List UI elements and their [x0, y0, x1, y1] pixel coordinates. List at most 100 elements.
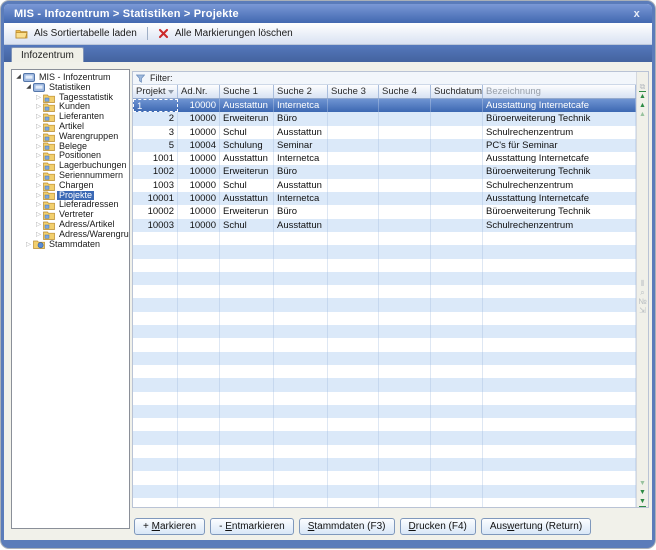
cell-empty [483, 285, 636, 298]
jump-icon[interactable]: ⇲ [639, 306, 646, 315]
column-header-suche-3[interactable]: Suche 3 [328, 85, 379, 98]
filter-label: Filter: [150, 73, 173, 83]
collapsed-arrow-icon[interactable]: ▷ [34, 142, 43, 152]
column-chooser-icon[interactable]: ⧉ [640, 82, 646, 91]
table-row-projekt-2[interactable]: 210000ErweiterunBüroBüroerweiterung Tech… [133, 112, 636, 125]
scroll-down-dim-icon[interactable]: ▼ [639, 479, 646, 488]
system-icon [33, 83, 45, 92]
stammdaten-button[interactable]: Stammdaten (F3) [299, 518, 395, 535]
cell-suchdatum [431, 126, 483, 139]
scroll-to-bottom-icon[interactable]: ▼ [639, 497, 646, 507]
collapsed-arrow-icon[interactable]: ▷ [34, 112, 43, 122]
collapsed-arrow-icon[interactable]: ▷ [34, 210, 43, 220]
collapsed-arrow-icon[interactable]: ▷ [34, 171, 43, 181]
filter-row[interactable]: Filter: [133, 72, 636, 85]
column-header-suchdatum[interactable]: Suchdatum [431, 85, 483, 98]
collapsed-arrow-icon[interactable]: ▷ [34, 181, 43, 191]
search-icon[interactable]: ⌕ [640, 288, 644, 297]
folder-icon [43, 220, 55, 230]
load-sort-table-button[interactable]: Als Sortiertabelle laden [9, 26, 143, 41]
collapsed-arrow-icon[interactable]: ▷ [34, 93, 43, 103]
table-row-empty [133, 338, 636, 351]
title-bar: MIS - Infozentrum > Statistiken > Projek… [4, 4, 652, 23]
table-row-empty [133, 245, 636, 258]
cell-empty [483, 458, 636, 471]
table-row-projekt-3[interactable]: 310000SchulAusstattunSchulrechenzentrum [133, 126, 636, 139]
cell-empty [178, 485, 220, 498]
scroll-down-icon[interactable]: ▼ [639, 488, 646, 497]
cell-empty [328, 325, 379, 338]
table-row-projekt-10001[interactable]: 1000110000AusstattunInternetcaAusstattun… [133, 192, 636, 205]
cell-empty [274, 352, 328, 365]
cell-suche2: Internetca [274, 192, 328, 205]
scroll-up-dim-icon[interactable]: ▲ [639, 110, 646, 119]
cell-empty [133, 405, 178, 418]
cell-projekt: 10001 [133, 192, 178, 205]
column-header-suche-1[interactable]: Suche 1 [220, 85, 274, 98]
cell-empty [431, 325, 483, 338]
cell-adnr: 10000 [178, 165, 220, 178]
column-header-suche-4[interactable]: Suche 4 [379, 85, 431, 98]
markieren-button[interactable]: + Markieren [134, 518, 205, 535]
cell-empty [431, 259, 483, 272]
red-x-icon [158, 28, 169, 39]
cell-empty [328, 232, 379, 245]
collapsed-arrow-icon[interactable]: ▷ [34, 151, 43, 161]
tree-item-stammdaten[interactable]: ▷Stammdaten [12, 240, 129, 250]
cell-suchdatum [431, 139, 483, 152]
collapsed-arrow-icon[interactable]: ▷ [34, 200, 43, 210]
table-row-projekt-1[interactable]: 110000AusstattunInternetcaAusstattung In… [133, 99, 636, 112]
table-row-projekt-1002[interactable]: 100210000ErweiterunBüroBüroerweiterung T… [133, 165, 636, 178]
screen: MIS - Infozentrum > Statistiken > Projek… [0, 0, 656, 550]
clear-marks-button[interactable]: Alle Markierungen löschen [152, 26, 299, 41]
cell-suchdatum [431, 99, 483, 112]
cell-adnr: 10000 [178, 99, 220, 112]
cell-empty [431, 471, 483, 484]
open-folder-icon [15, 28, 28, 39]
column-header-projekt[interactable]: Projekt [133, 85, 178, 98]
folder-icon [43, 132, 55, 142]
expanded-arrow-icon[interactable]: ◢ [14, 73, 23, 83]
collapsed-arrow-icon[interactable]: ▷ [34, 102, 43, 112]
cell-empty [133, 431, 178, 444]
cell-empty [483, 471, 636, 484]
cell-empty [178, 458, 220, 471]
collapsed-arrow-icon[interactable]: ▷ [34, 122, 43, 132]
table-row-projekt-1001[interactable]: 100110000AusstattunInternetcaAusstattung… [133, 152, 636, 165]
mark-icon[interactable]: № [638, 297, 647, 306]
table-row-projekt-1003[interactable]: 100310000SchulAusstattunSchulrechenzentr… [133, 179, 636, 192]
collapsed-arrow-icon[interactable]: ▷ [34, 132, 43, 142]
collapsed-arrow-icon[interactable]: ▷ [34, 220, 43, 230]
scroll-to-top-icon[interactable]: ▲ [639, 91, 646, 101]
cell-suche4 [379, 126, 431, 139]
cell-empty [431, 285, 483, 298]
cell-empty [178, 352, 220, 365]
cell-adnr: 10000 [178, 112, 220, 125]
table-row-projekt-10002[interactable]: 1000210000ErweiterunBüroBüroerweiterung … [133, 205, 636, 218]
scroll-up-icon[interactable]: ▲ [639, 101, 646, 110]
column-header-bezeichnung[interactable]: Bezeichnung [483, 85, 636, 98]
tab-infozentrum[interactable]: Infozentrum [11, 47, 84, 62]
cell-empty [178, 245, 220, 258]
drucken-button[interactable]: Drucken (F4) [400, 518, 476, 535]
entmarkieren-button[interactable]: - Entmarkieren [210, 518, 294, 535]
expanded-arrow-icon[interactable]: ◢ [24, 83, 33, 93]
toolbar-separator [147, 27, 148, 40]
column-header-suche-2[interactable]: Suche 2 [274, 85, 328, 98]
collapsed-arrow-icon[interactable]: ▷ [24, 240, 33, 250]
collapsed-arrow-icon[interactable]: ▷ [34, 161, 43, 171]
cell-empty [178, 445, 220, 458]
table-row-projekt-5[interactable]: 510004SchulungSeminarPC's für Seminar [133, 139, 636, 152]
column-header-ad-nr[interactable]: Ad.Nr. [178, 85, 220, 98]
cell-empty [379, 498, 431, 507]
cell-empty [274, 285, 328, 298]
cell-suche4 [379, 165, 431, 178]
close-icon[interactable]: x [632, 8, 642, 20]
collapsed-arrow-icon[interactable]: ▷ [34, 191, 43, 201]
table-row-projekt-10003[interactable]: 1000310000SchulAusstattunSchulrechenzent… [133, 219, 636, 232]
collapsed-arrow-icon[interactable]: ▷ [34, 230, 43, 240]
cell-empty [274, 392, 328, 405]
auswertung-button[interactable]: Auswertung (Return) [481, 518, 591, 535]
cell-empty [328, 405, 379, 418]
pin-icon[interactable]: ⦀ [641, 279, 645, 288]
